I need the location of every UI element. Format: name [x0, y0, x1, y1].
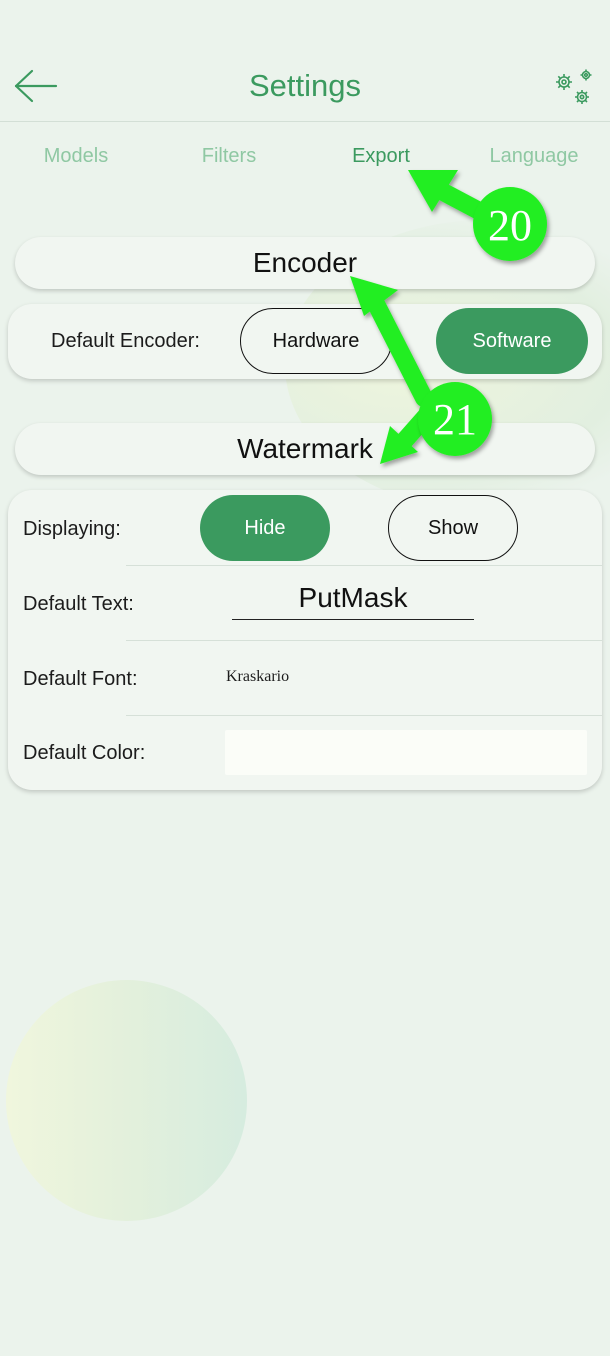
default-text-label: Default Text:: [23, 593, 134, 615]
settings-screen: Settings Models Filters Export Language …: [0, 0, 610, 1356]
default-color-label: Default Color:: [23, 742, 146, 764]
default-text-input[interactable]: PutMask: [232, 580, 474, 620]
app-header: Settings: [0, 0, 610, 122]
tab-export[interactable]: Export: [306, 145, 456, 168]
default-font-select[interactable]: Kraskario: [226, 668, 289, 686]
hide-button[interactable]: Hide: [200, 495, 330, 561]
decorative-circle: [6, 980, 247, 1221]
default-color-swatch[interactable]: [225, 730, 587, 775]
divider: [126, 565, 602, 566]
gears-icon: [556, 69, 592, 104]
page-title: Settings: [248, 68, 361, 103]
default-encoder-label: Default Encoder:: [51, 330, 200, 352]
tab-bar: Models Filters Export Language: [0, 145, 610, 175]
hardware-button[interactable]: Hardware: [240, 308, 392, 374]
annotation-arrow-20: [408, 170, 509, 231]
encoder-card: Default Encoder: Hardware Software: [8, 304, 602, 379]
watermark-card: Displaying: Hide Show Default Text: PutM…: [8, 490, 602, 790]
software-button[interactable]: Software: [436, 308, 588, 374]
settings-button[interactable]: [550, 66, 598, 110]
encoder-section-title: Encoder: [15, 237, 595, 289]
tab-filters[interactable]: Filters: [154, 145, 304, 168]
show-button[interactable]: Show: [388, 495, 518, 561]
divider: [126, 640, 602, 641]
watermark-section-title: Watermark: [15, 423, 595, 475]
tab-language[interactable]: Language: [459, 145, 609, 168]
tab-models[interactable]: Models: [1, 145, 151, 168]
divider: [126, 715, 602, 716]
displaying-label: Displaying:: [23, 518, 121, 540]
default-font-label: Default Font:: [23, 668, 138, 690]
